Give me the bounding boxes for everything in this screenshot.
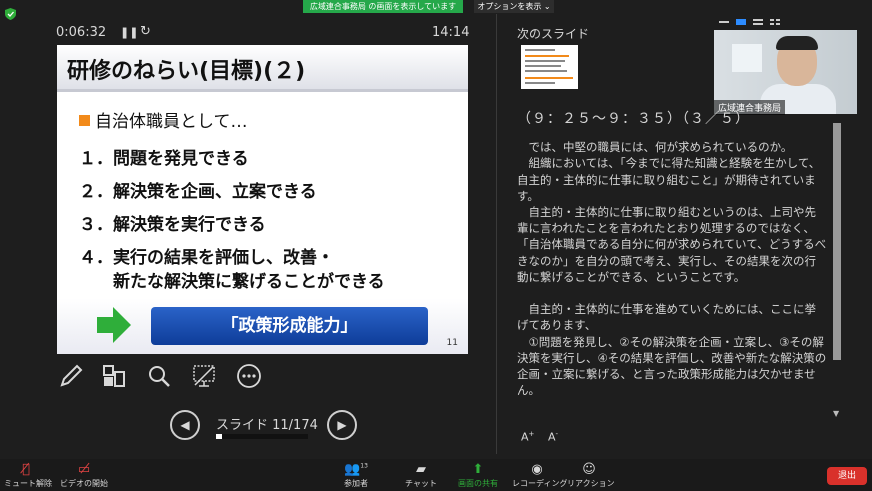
start-video-button[interactable]: ▭̸ ビデオの開始	[60, 462, 108, 489]
reactions-button[interactable]: ☺ リアクション	[567, 462, 615, 489]
reactions-icon: ☺	[582, 462, 596, 477]
share-screen-label: 画面の共有	[458, 479, 498, 488]
pane-divider[interactable]	[496, 14, 497, 454]
slide-progress-fill	[216, 434, 222, 439]
slide-item: ３．解決策を実行できる	[79, 215, 266, 235]
start-video-label: ビデオの開始	[60, 479, 108, 488]
right-arrow-icon	[97, 307, 131, 343]
speaker-view-icon[interactable]	[736, 19, 746, 25]
elapsed-timer: 0:06:32	[56, 25, 107, 40]
slide-header: 研修のねらい(目標)(２)	[57, 45, 468, 92]
participants-button[interactable]: 👥13 参加者	[336, 462, 376, 489]
unmute-label: ミュート解除	[4, 479, 52, 488]
slide-page-number: 11	[446, 338, 458, 348]
slide-progress-bar	[216, 434, 308, 439]
participants-label: 参加者	[344, 479, 368, 488]
slide-subtitle: 自治体職員として…	[79, 107, 248, 132]
share-screen-icon: ⬆	[472, 462, 484, 477]
slide-item: 新たな解決策に繋げることができる	[79, 272, 385, 292]
window-background	[732, 44, 762, 72]
chat-button[interactable]: ▰ チャット	[403, 462, 439, 489]
slide-title: 研修のねらい(目標)(２)	[67, 59, 306, 84]
gallery-view-icon[interactable]	[770, 19, 780, 25]
slide-item: ２．解決策を企画、立案できる	[79, 182, 317, 202]
slide-item: ４．実行の結果を評価し、改善・	[79, 248, 334, 268]
next-slide-button[interactable]: ▶	[327, 410, 357, 440]
minimize-video-icon[interactable]	[719, 19, 729, 25]
previous-slide-button[interactable]: ◀	[170, 410, 200, 440]
unmute-button[interactable]: 🎙̸ ミュート解除	[4, 462, 52, 489]
bullet-square-icon	[79, 115, 90, 126]
current-slide: 研修のねらい(目標)(２) 自治体職員として… １．問題を発見できる ２．解決策…	[57, 45, 468, 354]
notes-text: では、中堅の職員には、何が求められているのか。 組織においては、「今までに得た知…	[517, 140, 827, 398]
share-status-banner: 広域連合事務局 の画面を表示しています	[303, 0, 463, 13]
next-slide-thumbnail[interactable]	[521, 45, 578, 89]
participants-count: 13	[360, 462, 368, 470]
scroll-down-icon[interactable]: ▼	[833, 409, 841, 418]
view-options-button[interactable]: オプションを表示 ⌄	[474, 0, 554, 13]
record-button[interactable]: ◉ レコーディング	[512, 462, 567, 489]
slide-banner: 「政策形成能力」	[151, 307, 428, 345]
black-screen-icon[interactable]	[191, 363, 217, 389]
shield-icon[interactable]	[5, 8, 16, 20]
share-screen-button[interactable]: ⬆ 画面の共有	[455, 462, 501, 489]
reactions-label: リアクション	[567, 479, 615, 488]
record-label: レコーディング	[512, 479, 568, 488]
chat-icon: ▰	[416, 462, 426, 477]
next-slide-label: 次のスライド	[517, 27, 590, 41]
video-off-icon: ▭̸	[77, 462, 91, 477]
speaker-notes[interactable]: （９：２５～９：３５）（３／５） では、中堅の職員には、何が求められているのか。…	[517, 111, 827, 398]
decrease-font-icon[interactable]: A-	[548, 430, 558, 444]
slide-grid-icon[interactable]	[101, 363, 127, 389]
record-icon: ◉	[531, 462, 543, 477]
muted-mic-icon: 🎙̸	[22, 462, 30, 477]
magnify-icon[interactable]	[146, 363, 172, 389]
increase-font-icon[interactable]: A+	[521, 430, 534, 444]
reset-timer-icon[interactable]: ↻	[140, 24, 151, 39]
pen-icon[interactable]	[58, 363, 84, 389]
notes-scrollbar[interactable]	[833, 123, 841, 360]
chat-label: チャット	[405, 479, 437, 488]
pause-icon[interactable]: ❚❚	[120, 26, 138, 39]
notes-timing: （９：２５～９：３５）（３／５）	[517, 111, 750, 127]
more-options-icon[interactable]	[236, 363, 262, 389]
slide-subtitle-text: 自治体職員として…	[95, 112, 248, 132]
leave-meeting-button[interactable]: 退出	[827, 467, 867, 485]
slide-item: １．問題を発見できる	[79, 149, 249, 169]
participants-icon: 👥13	[344, 462, 368, 477]
slide-counter: スライド 11/174	[216, 418, 318, 433]
clock: 14:14	[432, 25, 470, 40]
strip-view-icon[interactable]	[753, 19, 763, 25]
